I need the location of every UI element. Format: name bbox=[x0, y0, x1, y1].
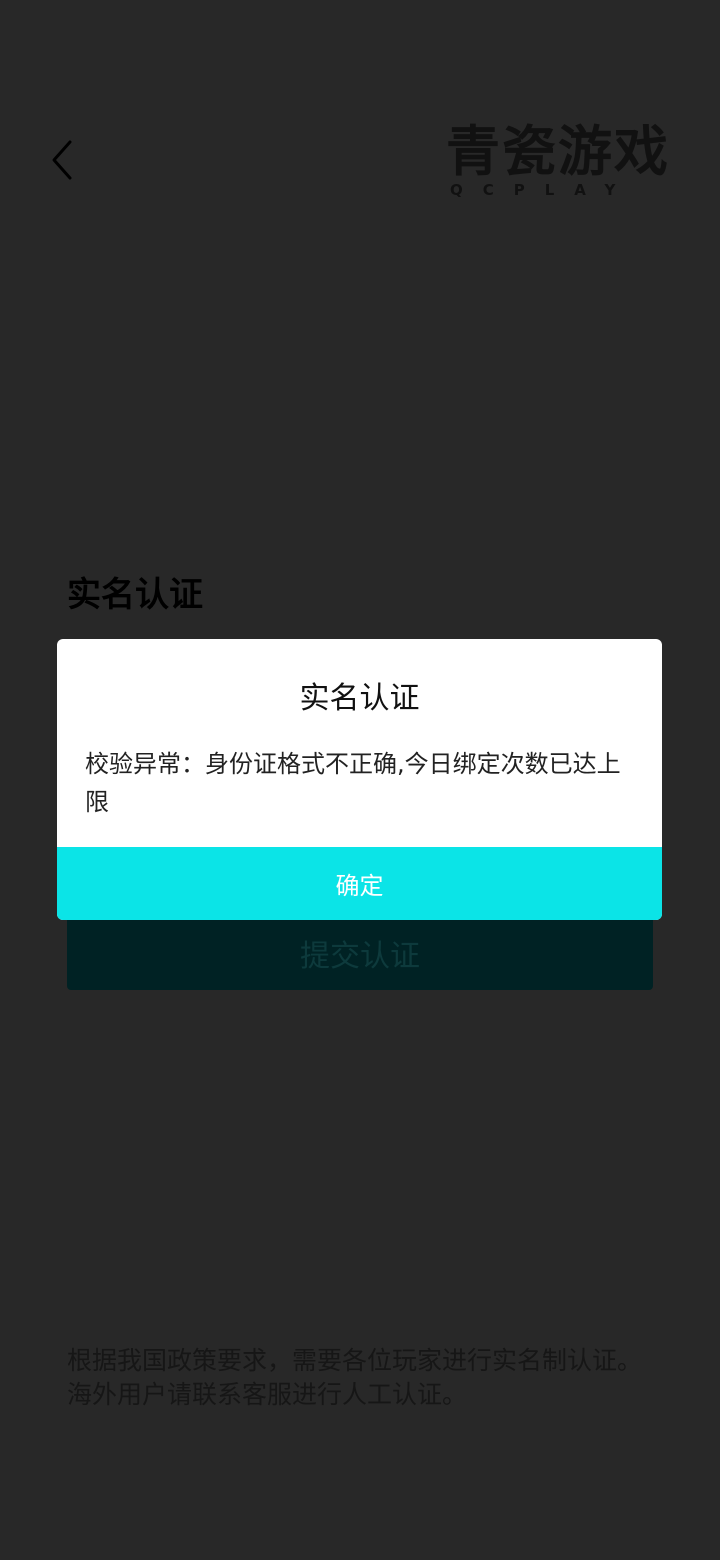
submit-verification-button[interactable]: 提交认证 bbox=[67, 914, 653, 990]
policy-notice-line-1: 根据我国政策要求，需要各位玩家进行实名制认证。 bbox=[67, 1346, 643, 1375]
page-title: 实名认证 bbox=[67, 575, 203, 615]
logo-main-text: 青瓷游戏 bbox=[446, 120, 670, 183]
confirm-button[interactable]: 确定 bbox=[57, 847, 662, 920]
dialog-message: 校验异常：身份证格式不正确,今日绑定次数已达上限 bbox=[85, 750, 621, 816]
dialog-title: 实名认证 bbox=[299, 681, 420, 716]
policy-notice: 根据我国政策要求，需要各位玩家进行实名制认证。 海外用户请联系客服进行人工认证。 bbox=[67, 1344, 677, 1412]
alert-dialog: 实名认证 校验异常：身份证格式不正确,今日绑定次数已达上限 确定 bbox=[57, 639, 662, 920]
logo-sub-text: QCPLAY bbox=[450, 181, 636, 199]
policy-notice-line-2: 海外用户请联系客服进行人工认证。 bbox=[67, 1380, 468, 1409]
brand-logo: 青瓷游戏 QCPLAY bbox=[446, 120, 672, 202]
back-button[interactable] bbox=[38, 132, 86, 188]
chevron-left-icon bbox=[52, 140, 72, 180]
